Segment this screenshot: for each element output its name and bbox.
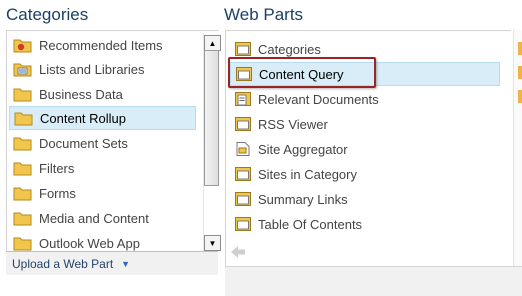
- category-label: Outlook Web App: [39, 235, 140, 251]
- category-label: Lists and Libraries: [39, 61, 145, 77]
- web-parts-footer: [225, 266, 522, 296]
- scroll-thumb[interactable]: [204, 50, 219, 186]
- scroll-up-button[interactable]: ▲: [204, 35, 221, 51]
- dropdown-arrow-icon[interactable]: ▼: [121, 259, 130, 269]
- triangle-down-icon: ▼: [208, 238, 217, 248]
- category-label: Business Data: [39, 86, 123, 102]
- selection-highlight-box: [228, 57, 376, 88]
- category-lists-and-libraries[interactable]: Lists and Libraries: [9, 57, 196, 81]
- folder-icon: [13, 235, 32, 251]
- category-content-rollup[interactable]: Content Rollup: [9, 106, 196, 130]
- web-part-rss-viewer[interactable]: RSS Viewer: [230, 112, 500, 136]
- category-forms[interactable]: Forms: [9, 181, 196, 205]
- web-part-site-aggregator[interactable]: Site Aggregator: [230, 137, 500, 161]
- web-part-summary-links[interactable]: Summary Links: [230, 187, 500, 211]
- document-icon: [234, 141, 252, 157]
- web-part-relevant-documents[interactable]: Relevant Documents: [230, 87, 500, 111]
- folder-icon: [13, 185, 32, 201]
- document-list-icon: [234, 91, 252, 107]
- web-part-label: Table Of Contents: [258, 216, 363, 232]
- web-part-sites-in-category[interactable]: Sites in Category: [230, 162, 500, 186]
- categories-panel: Recommended Items Lists and Libraries Bu…: [6, 30, 221, 267]
- category-label: Media and Content: [39, 210, 149, 226]
- triangle-up-icon: ▲: [208, 38, 217, 48]
- web-part-icon: [234, 41, 252, 57]
- folder-icon: [13, 86, 32, 102]
- right-panel-marker: [518, 42, 522, 55]
- category-label: Content Rollup: [40, 110, 126, 126]
- category-label: Forms: [39, 185, 76, 201]
- folder-icon: [14, 110, 33, 126]
- category-recommended-items[interactable]: Recommended Items: [9, 33, 196, 57]
- web-part-label: Site Aggregator: [258, 141, 348, 157]
- web-part-label: Categories: [258, 41, 321, 57]
- web-parts-heading: Web Parts: [224, 5, 304, 24]
- web-part-icon: [234, 166, 252, 182]
- right-panel-marker: [518, 90, 522, 103]
- category-media-and-content[interactable]: Media and Content: [9, 206, 196, 230]
- category-label: Filters: [39, 160, 75, 176]
- folder-icon: [13, 160, 32, 176]
- web-part-label: Summary Links: [258, 191, 348, 207]
- web-part-icon: [234, 116, 252, 132]
- folder-star-icon: [13, 37, 32, 53]
- categories-scrollbar[interactable]: ▲ ▼: [203, 33, 221, 251]
- folder-list-icon: [13, 61, 32, 77]
- web-part-icon: [234, 216, 252, 232]
- category-business-data[interactable]: Business Data: [9, 82, 196, 106]
- upload-web-part-bar: Upload a Web Part ▼: [6, 251, 218, 275]
- web-part-table-of-contents[interactable]: Table Of Contents: [230, 212, 500, 236]
- category-document-sets[interactable]: Document Sets: [9, 131, 196, 155]
- web-part-label: Sites in Category: [258, 166, 357, 182]
- folder-icon: [13, 135, 32, 151]
- web-part-label: RSS Viewer: [258, 116, 328, 132]
- scroll-down-button[interactable]: ▼: [204, 235, 221, 251]
- folder-icon: [13, 210, 32, 226]
- right-panel-marker: [518, 66, 522, 79]
- upload-web-part-link[interactable]: Upload a Web Part: [12, 257, 113, 271]
- category-label: Document Sets: [39, 135, 128, 151]
- category-filters[interactable]: Filters: [9, 156, 196, 180]
- categories-heading: Categories: [6, 5, 89, 24]
- web-part-label: Relevant Documents: [258, 91, 379, 107]
- back-arrow-icon[interactable]: [230, 245, 246, 259]
- web-part-icon: [234, 191, 252, 207]
- category-label: Recommended Items: [39, 37, 163, 53]
